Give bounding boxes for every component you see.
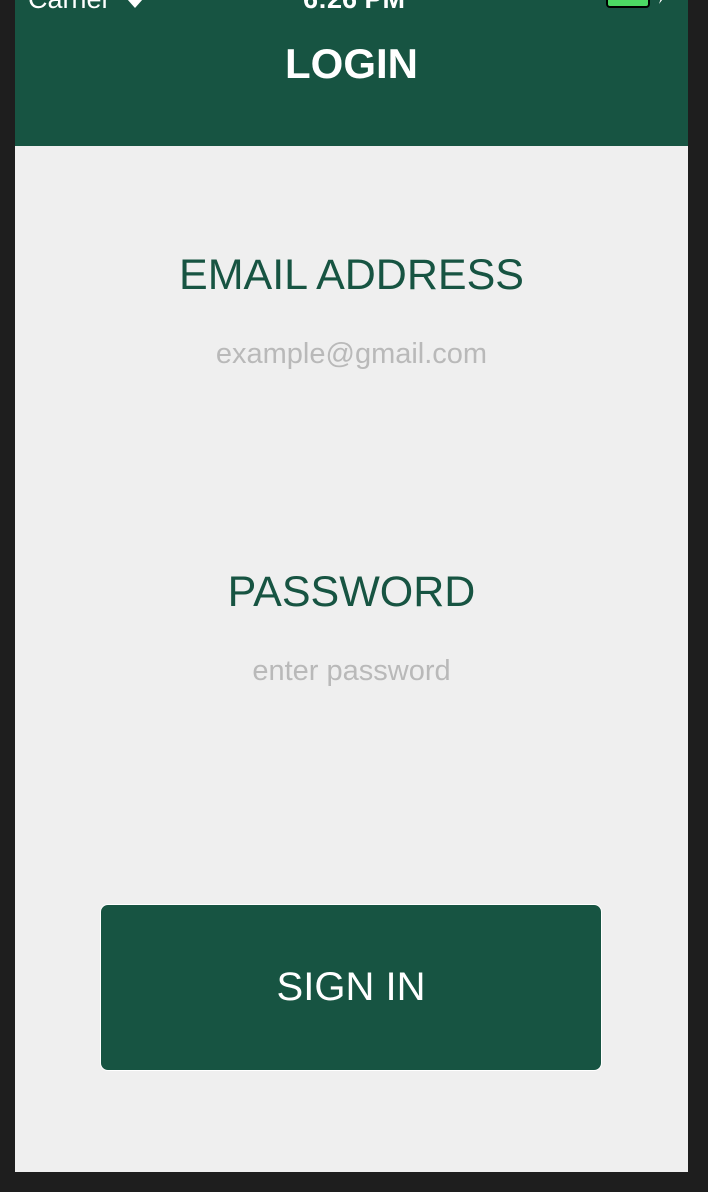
password-field[interactable] (95, 648, 608, 694)
page-title: LOGIN (285, 40, 418, 87)
battery-icon (606, 0, 650, 8)
status-bar: Carrier 6:26 PM (0, 0, 708, 14)
email-label: EMAIL ADDRESS (179, 251, 524, 299)
sign-in-button[interactable]: SIGN IN (100, 904, 602, 1071)
password-label: PASSWORD (227, 568, 476, 616)
email-field[interactable] (95, 331, 608, 377)
app-screen: LOGIN EMAIL ADDRESS PASSWORD SIGN IN (15, 0, 688, 1172)
charging-bolt-icon (659, 0, 663, 4)
status-time: 6:26 PM (0, 0, 708, 14)
device-frame: LOGIN EMAIL ADDRESS PASSWORD SIGN IN Car… (0, 0, 708, 1192)
navigation-bar: LOGIN (15, 0, 688, 146)
